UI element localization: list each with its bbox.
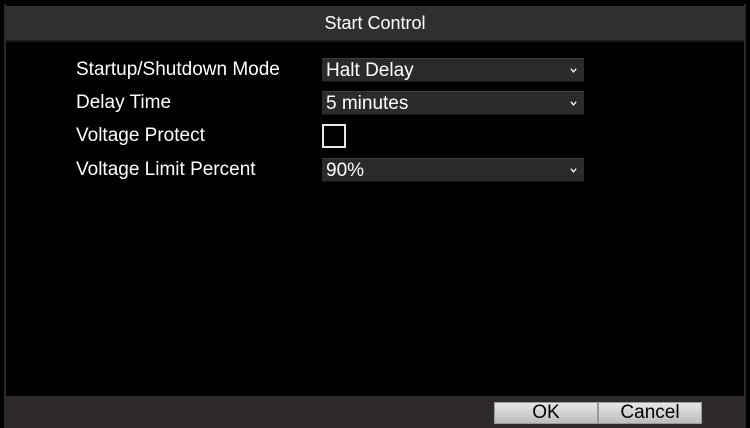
voltage-protect-label: Voltage Protect — [76, 125, 205, 146]
chevron-down-icon — [570, 101, 577, 106]
chevron-down-icon — [570, 68, 577, 73]
voltage-limit-value: 90% — [326, 160, 365, 181]
titlebar-divider — [6, 40, 744, 42]
voltage-limit-label: Voltage Limit Percent — [76, 159, 256, 180]
start-control-dialog: Start Control Startup/Shutdown Mode Halt… — [0, 0, 750, 428]
delay-time-select[interactable]: 5 minutes — [322, 91, 584, 115]
delay-time-row: Delay Time 5 minutes — [76, 90, 584, 116]
startup-mode-select[interactable]: Halt Delay — [322, 58, 584, 82]
startup-mode-label: Startup/Shutdown Mode — [76, 59, 280, 80]
chevron-down-icon — [570, 168, 577, 173]
startup-mode-value: Halt Delay — [326, 60, 414, 81]
delay-time-label: Delay Time — [76, 92, 172, 113]
startup-mode-row: Startup/Shutdown Mode Halt Delay — [76, 57, 584, 83]
voltage-protect-checkbox[interactable] — [322, 124, 346, 148]
dialog-title: Start Control — [324, 12, 426, 33]
dialog-titlebar: Start Control — [6, 6, 744, 40]
voltage-limit-row: Voltage Limit Percent 90% — [76, 157, 584, 183]
voltage-limit-select[interactable]: 90% — [322, 158, 584, 182]
cancel-button[interactable]: Cancel — [598, 402, 702, 424]
voltage-protect-row: Voltage Protect — [76, 123, 346, 149]
delay-time-value: 5 minutes — [326, 93, 409, 114]
ok-button[interactable]: OK — [494, 402, 598, 424]
